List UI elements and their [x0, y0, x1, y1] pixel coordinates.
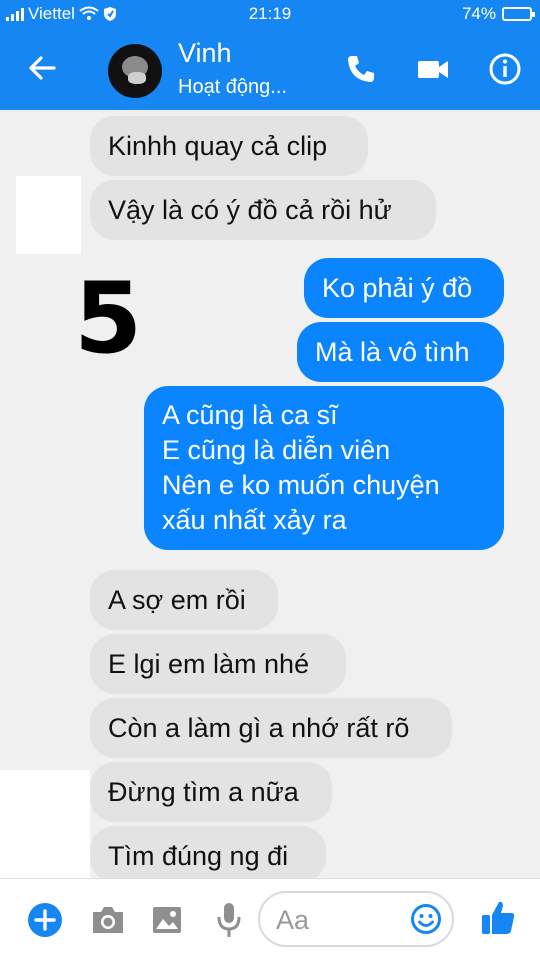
redaction-block	[16, 176, 81, 254]
plus-icon[interactable]	[26, 901, 64, 939]
redaction-block	[0, 770, 90, 878]
status-bar: Viettel 21:19 74%	[0, 0, 540, 28]
overlay-number: 5	[74, 262, 143, 376]
status-right: 74%	[461, 4, 535, 24]
chat-header: Vinh Hoạt động...	[0, 28, 540, 110]
message-bubble-received[interactable]: Đừng tìm a nữa	[90, 762, 332, 822]
message-bubble-sent[interactable]: Ko phải ý đồ	[304, 258, 504, 318]
message-bubble-received[interactable]: Tìm đúng ng đi	[90, 826, 326, 882]
message-bubble-received[interactable]: Kinhh quay cả clip	[90, 116, 368, 176]
battery-icon	[502, 7, 535, 21]
emoji-icon[interactable]	[410, 903, 442, 935]
like-thumb-icon[interactable]	[480, 899, 516, 937]
message-bubble-received[interactable]: Vậy là có ý đồ cả rồi hử	[90, 180, 436, 240]
video-camera-icon[interactable]	[416, 52, 450, 86]
contact-name[interactable]: Vinh	[178, 38, 232, 69]
camera-icon[interactable]	[90, 904, 126, 936]
message-input[interactable]: Aa	[258, 891, 454, 947]
back-arrow-icon[interactable]	[26, 52, 58, 84]
presence-status: Hoạt động...	[178, 76, 287, 98]
image-icon[interactable]	[151, 904, 183, 936]
top-bar: Viettel 21:19 74% Vinh Hoạt động...	[0, 0, 540, 110]
composer-bar: Aa	[0, 878, 540, 961]
message-bubble-sent[interactable]: A cũng là ca sĩ E cũng là diễn viên Nên …	[144, 386, 504, 550]
message-input-placeholder: Aa	[276, 905, 310, 935]
message-bubble-received[interactable]: Còn a làm gì a nhớ rất rõ	[90, 698, 452, 758]
message-bubble-received[interactable]: E lgi em làm nhé	[90, 634, 346, 694]
battery-percent: 74%	[461, 4, 496, 23]
phone-icon[interactable]	[344, 52, 378, 86]
message-bubble-sent[interactable]: Mà là vô tình	[297, 322, 504, 382]
info-icon[interactable]	[488, 52, 522, 86]
message-bubble-received[interactable]: A sợ em rồi	[90, 570, 278, 630]
clock: 21:19	[248, 4, 292, 23]
avatar[interactable]	[108, 44, 162, 98]
microphone-icon[interactable]	[216, 901, 242, 939]
